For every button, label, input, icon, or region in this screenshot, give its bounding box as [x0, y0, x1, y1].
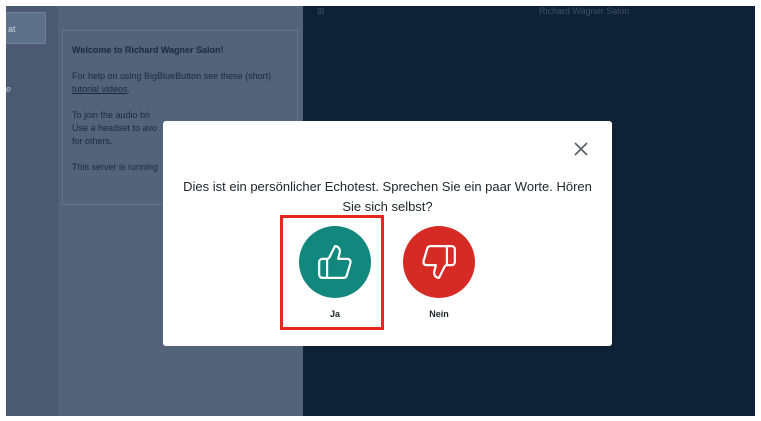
help-prefix: For help on using BigBlueButton see thes…: [72, 71, 272, 81]
echo-no-button[interactable]: Nein: [399, 226, 479, 319]
help-suffix: .: [127, 84, 131, 94]
meeting-title: Richard Wagner Salon: [539, 6, 630, 16]
audio-line-3: for others.: [72, 136, 113, 146]
rail-item-secondary-label: e: [6, 84, 12, 94]
echo-test-prompt: Dies ist ein persönlicher Echotest. Spre…: [183, 179, 592, 214]
audio-line-2: Use a headset to avo: [72, 123, 158, 133]
yes-label: Ja: [329, 309, 340, 319]
welcome-title: Welcome to Richard Wagner Salon!: [72, 45, 224, 55]
left-rail: at e: [6, 6, 58, 416]
tutorial-videos-link[interactable]: tutorial videos: [72, 84, 128, 94]
close-button[interactable]: [572, 140, 590, 158]
thumbs-up-icon: [318, 245, 352, 279]
thumbs-up-circle[interactable]: [299, 226, 371, 298]
rail-item-label: at: [8, 24, 16, 34]
audio-line-1: To join the audio bri: [72, 110, 151, 120]
thumbs-down-circle[interactable]: [403, 226, 475, 298]
help-text: For help on using BigBlueButton see thes…: [72, 70, 288, 96]
thumbs-down-icon: [422, 245, 456, 279]
no-label: Nein: [429, 309, 449, 319]
close-icon: [574, 142, 588, 156]
echo-test-modal: Dies ist ein persönlicher Echotest. Spre…: [163, 121, 612, 346]
layout-icon[interactable]: ⊞: [317, 6, 325, 17]
bigbluebutton-app: at e Welcome to Richard Wagner Salon! Fo…: [6, 6, 755, 416]
rail-item-public-chat[interactable]: at: [6, 12, 46, 44]
echo-yes-button[interactable]: Ja: [295, 226, 375, 319]
